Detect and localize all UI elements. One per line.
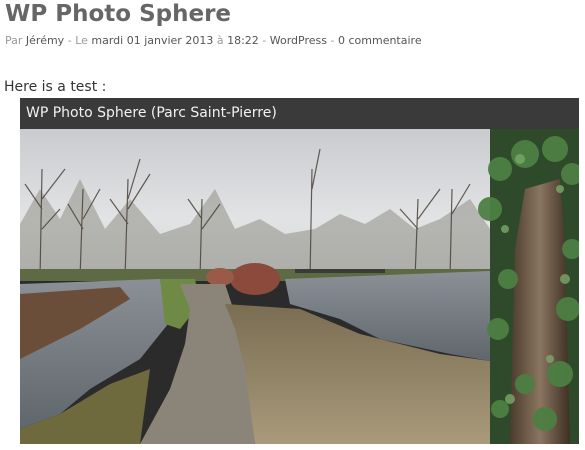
- post-date: mardi 01 janvier 2013: [91, 34, 214, 47]
- comments-link[interactable]: 0 commentaire: [338, 34, 422, 47]
- category-link[interactable]: WordPress: [270, 34, 327, 47]
- meta-separator: -: [330, 34, 335, 47]
- blog-post: WP Photo Sphere Par Jérémy - Le mardi 01…: [0, 0, 585, 450]
- meta-at-label: à: [216, 34, 224, 47]
- post-time: 18:22: [227, 34, 259, 47]
- panorama-image[interactable]: [20, 129, 579, 444]
- red-shrub: [206, 268, 234, 286]
- post-meta: Par Jérémy - Le mardi 01 janvier 2013 à …: [5, 34, 422, 48]
- photo-sphere-viewer[interactable]: WP Photo Sphere (Parc Saint-Pierre): [20, 98, 579, 444]
- post-title[interactable]: WP Photo Sphere: [5, 0, 231, 30]
- red-shrub: [230, 263, 280, 295]
- meta-on-label: Le: [75, 34, 88, 47]
- meta-separator: -: [67, 34, 72, 47]
- meta-separator: -: [262, 34, 267, 47]
- photo-sphere-title: WP Photo Sphere (Parc Saint-Pierre): [20, 98, 579, 129]
- post-body-text: Here is a test :: [4, 79, 107, 95]
- author-link[interactable]: Jérémy: [26, 34, 64, 47]
- footbridge: [295, 269, 385, 273]
- meta-by-label: Par: [5, 34, 23, 47]
- panorama-view[interactable]: [20, 129, 579, 444]
